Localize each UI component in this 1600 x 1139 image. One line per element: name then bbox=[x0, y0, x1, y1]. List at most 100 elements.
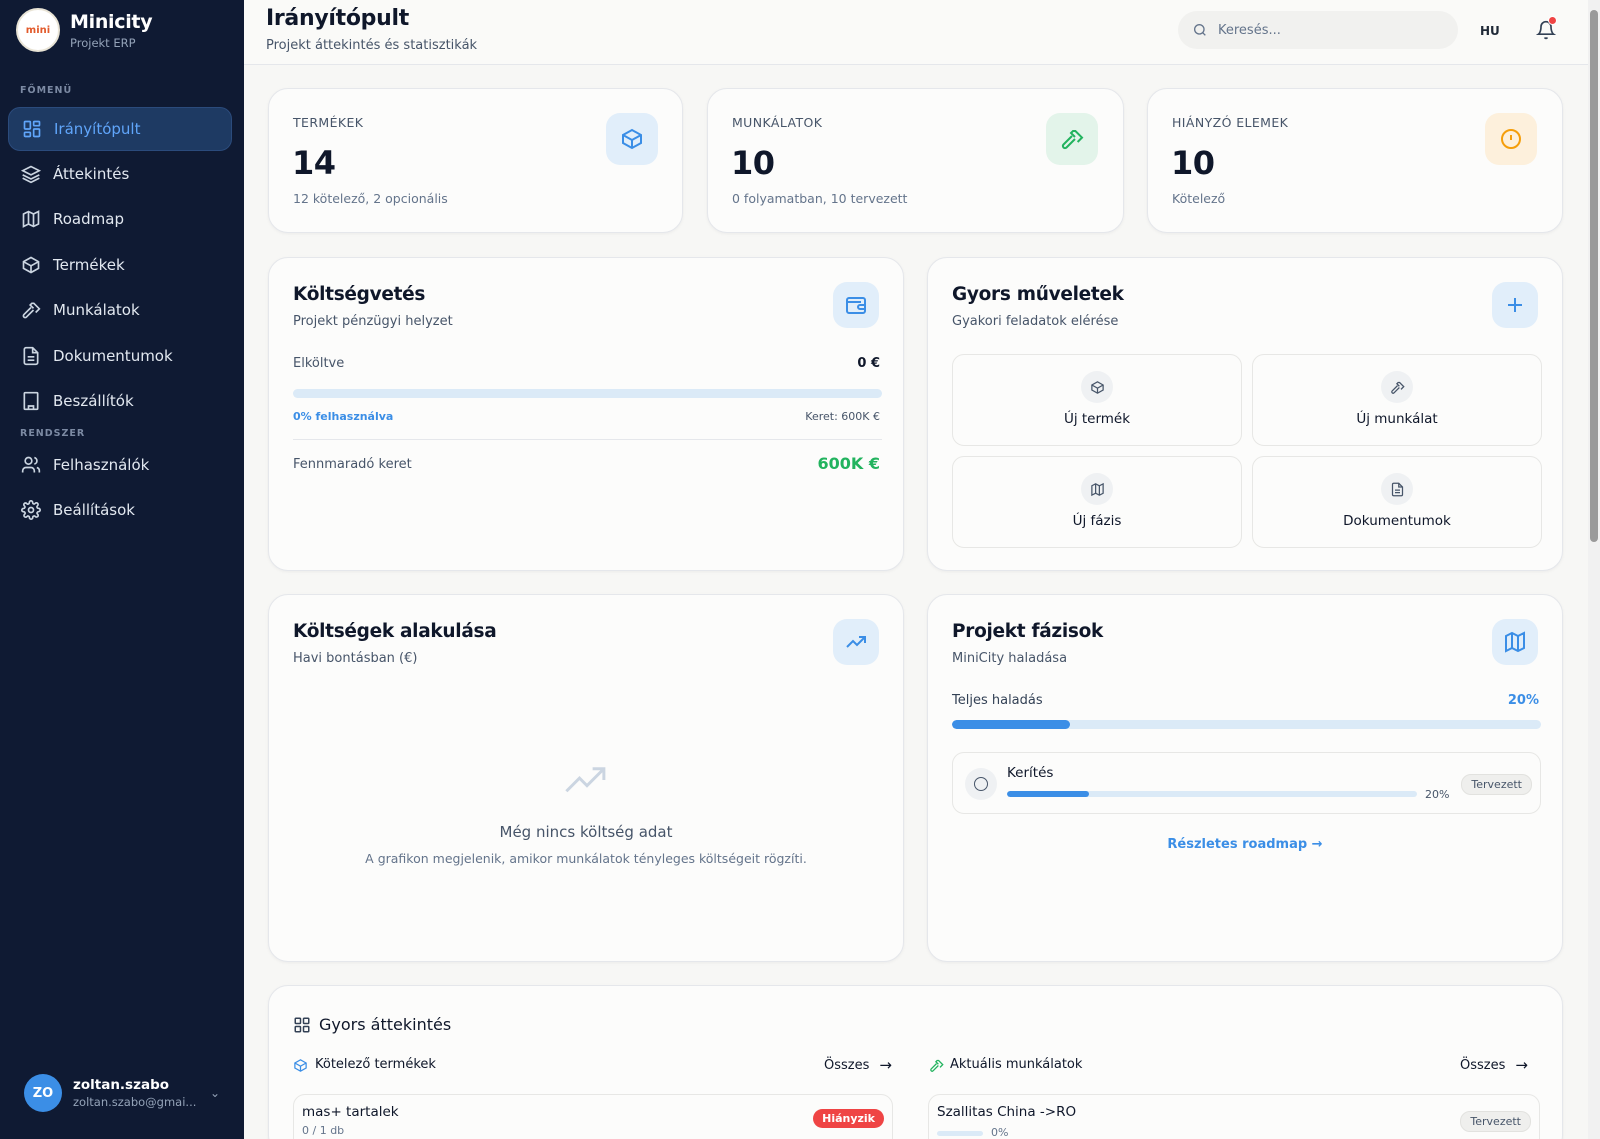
sidebar-item-dashboard[interactable]: Irányítópult bbox=[8, 107, 232, 151]
sidebar-item-products[interactable]: Termékek bbox=[8, 243, 232, 287]
plus-icon bbox=[1508, 298, 1522, 312]
stat-icon-box bbox=[1485, 113, 1537, 165]
spent-value: 0 € bbox=[857, 356, 880, 371]
new-phase-button[interactable]: Új fázis bbox=[952, 456, 1242, 548]
quick-actions-card: Gyors műveletek Gyakori feladatok elérés… bbox=[927, 257, 1563, 571]
wallet-icon bbox=[846, 297, 866, 314]
hammer-icon bbox=[930, 1059, 944, 1072]
scrollbar-thumb[interactable] bbox=[1590, 10, 1598, 542]
phase-progress-fill bbox=[1007, 791, 1089, 797]
qa-label: Új munkálat bbox=[1356, 411, 1438, 427]
search-box[interactable] bbox=[1178, 11, 1458, 49]
users-icon bbox=[21, 456, 41, 473]
stat-card-works: MUNKÁLATOK 10 0 folyamatban, 10 tervezet… bbox=[707, 88, 1124, 233]
stat-note: 12 kötelező, 2 opcionális bbox=[293, 191, 448, 206]
package-icon bbox=[1090, 380, 1104, 394]
map-icon bbox=[1090, 482, 1104, 496]
user-menu[interactable]: ZO zoltan.szabo zoltan.szabo@gmai... ⌄ bbox=[24, 1074, 220, 1112]
roadmap-link[interactable]: Részletes roadmap → bbox=[928, 837, 1562, 852]
empty-state-text: A grafikon megjelenik, amikor munkálatok… bbox=[365, 851, 807, 866]
qa-icon bbox=[1381, 371, 1413, 403]
all-products-link[interactable]: Összes → bbox=[824, 1056, 892, 1074]
sidebar-item-label: Beállítások bbox=[53, 501, 135, 519]
card-subtitle: Projekt pénzügyi helyzet bbox=[293, 314, 453, 329]
map-icon bbox=[22, 210, 40, 228]
stat-label: HIÁNYZÓ ELEMEK bbox=[1172, 115, 1289, 130]
card-subtitle: Havi bontásban (€) bbox=[293, 651, 418, 666]
item-progress-bar bbox=[937, 1131, 983, 1136]
sidebar-item-label: Dokumentumok bbox=[53, 347, 173, 365]
stat-value: 14 bbox=[292, 144, 336, 182]
document-icon bbox=[1391, 482, 1403, 496]
sidebar-item-users[interactable]: Felhasználók bbox=[8, 443, 232, 487]
sidebar-item-label: Áttekintés bbox=[53, 165, 130, 183]
card-icon-box bbox=[833, 282, 879, 328]
building-icon bbox=[23, 391, 39, 411]
budget-progress-bar bbox=[293, 389, 882, 398]
hammer-icon bbox=[22, 302, 41, 319]
item-percent: 0% bbox=[991, 1126, 1009, 1139]
limit-label: Keret: 600K € bbox=[805, 410, 880, 423]
brand-logo: mini bbox=[16, 8, 60, 52]
chevron-down-icon[interactable]: ⌄ bbox=[210, 1086, 220, 1100]
sidebar-item-works[interactable]: Munkálatok bbox=[8, 288, 232, 332]
item-name: mas+ tartalek bbox=[302, 1104, 399, 1120]
page-title: Irányítópult bbox=[266, 6, 409, 31]
stat-note: Kötelező bbox=[1172, 191, 1226, 206]
all-works-link[interactable]: Összes → bbox=[1460, 1056, 1528, 1074]
sidebar-item-label: Felhasználók bbox=[53, 456, 150, 474]
costs-card: Költségek alakulása Havi bontásban (€) M… bbox=[268, 594, 904, 962]
status-badge: Tervezett bbox=[1461, 774, 1532, 795]
budget-card: Költségvetés Projekt pénzügyi helyzet El… bbox=[268, 257, 904, 571]
trending-up-icon bbox=[565, 767, 606, 793]
qa-icon bbox=[1081, 473, 1113, 505]
alert-circle-icon bbox=[1501, 129, 1521, 149]
remaining-value: 600K € bbox=[817, 454, 881, 473]
phases-card: Projekt fázisok MiniCity haladása Teljes… bbox=[927, 594, 1563, 962]
list-item[interactable]: mas+ tartalek 0 / 1 db Hiányzik bbox=[293, 1094, 893, 1139]
card-icon-box bbox=[833, 619, 879, 665]
phase-name: Kerítés bbox=[1007, 765, 1054, 781]
stat-value: 10 bbox=[1171, 144, 1215, 182]
language-switcher[interactable]: HU bbox=[1480, 24, 1500, 38]
overview-title: Gyors áttekintés bbox=[319, 1015, 452, 1034]
avatar: ZO bbox=[24, 1074, 62, 1112]
phase-percent: 20% bbox=[1425, 788, 1450, 801]
new-work-button[interactable]: Új munkálat bbox=[1252, 354, 1542, 446]
brand[interactable]: mini Minicity Projekt ERP bbox=[16, 8, 153, 52]
page-subtitle: Projekt áttekintés és statisztikák bbox=[266, 38, 478, 53]
sidebar-item-label: Irányítópult bbox=[54, 120, 141, 138]
notification-dot bbox=[1548, 16, 1557, 25]
phase-item[interactable]: Kerítés 20% Tervezett bbox=[952, 752, 1541, 814]
total-progress-fill bbox=[952, 720, 1070, 729]
mandatory-products-title: Kötelező termékek bbox=[315, 1057, 436, 1072]
new-product-button[interactable]: Új termék bbox=[952, 354, 1242, 446]
stat-value: 10 bbox=[731, 144, 775, 182]
sidebar: mini Minicity Projekt ERP FŐMENÜ Irányít… bbox=[0, 0, 244, 1139]
sidebar-item-label: Termékek bbox=[53, 256, 125, 274]
user-email: zoltan.szabo@gmai... bbox=[73, 1095, 197, 1109]
brand-subtitle: Projekt ERP bbox=[70, 35, 136, 50]
stat-label: TERMÉKEK bbox=[293, 115, 364, 130]
card-subtitle: Gyakori feladatok elérése bbox=[952, 314, 1119, 329]
search-input[interactable] bbox=[1218, 22, 1438, 38]
sidebar-item-roadmap[interactable]: Roadmap bbox=[8, 197, 232, 241]
link-label: Összes bbox=[1460, 1057, 1506, 1073]
gear-icon bbox=[21, 500, 41, 520]
sidebar-item-settings[interactable]: Beállítások bbox=[8, 488, 232, 532]
documents-button[interactable]: Dokumentumok bbox=[1252, 456, 1542, 548]
qa-label: Dokumentumok bbox=[1343, 513, 1451, 529]
stat-card-missing: HIÁNYZÓ ELEMEK 10 Kötelező bbox=[1147, 88, 1563, 233]
sidebar-item-overview[interactable]: Áttekintés bbox=[8, 152, 232, 196]
arrow-right-icon: → bbox=[1515, 1056, 1528, 1074]
brand-title: Minicity bbox=[70, 10, 153, 33]
add-button[interactable] bbox=[1492, 282, 1538, 328]
map-icon bbox=[1505, 631, 1525, 653]
dashboard-icon bbox=[23, 120, 41, 138]
stat-card-products: TERMÉKEK 14 12 kötelező, 2 opcionális bbox=[268, 88, 683, 233]
list-item[interactable]: Szallitas China ->RO 0% Tervezett bbox=[928, 1094, 1540, 1139]
status-badge: Tervezett bbox=[1460, 1111, 1531, 1132]
sidebar-item-suppliers[interactable]: Beszállítók bbox=[8, 379, 232, 423]
total-progress-label: Teljes haladás bbox=[952, 693, 1043, 708]
sidebar-item-documents[interactable]: Dokumentumok bbox=[8, 334, 232, 378]
